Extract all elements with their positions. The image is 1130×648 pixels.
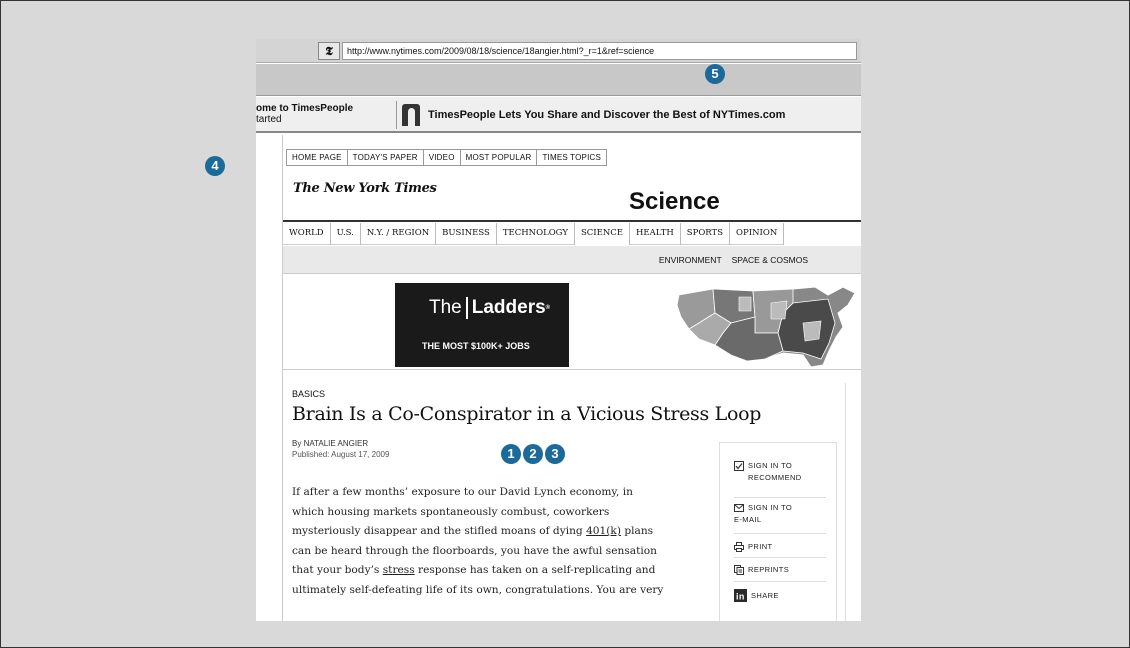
callout-badge-5: 5	[705, 64, 725, 84]
body-line: which housing markets spontaneously comb…	[292, 505, 610, 518]
nyt-favicon-icon: 𝕿	[318, 42, 340, 60]
printer-icon	[734, 542, 744, 552]
top-nav: HOME PAGE TODAY'S PAPER VIDEO MOST POPUL…	[286, 149, 608, 166]
reprints-icon	[734, 565, 744, 575]
body-line: mysteriously disappear and the stifled m…	[292, 525, 654, 537]
email-button[interactable]: SIGN IN TO	[734, 503, 792, 513]
reprints-button[interactable]: REPRINTS	[734, 565, 789, 575]
the-ladders-ad[interactable]: The Ladders ® THE MOST $100K+ JOBS	[395, 283, 569, 367]
ad-tagline: THE MOST $100K+ JOBS	[422, 341, 530, 351]
sub-nav-environment[interactable]: ENVIRONMENT	[659, 255, 722, 265]
callout-badge-1: 1	[501, 444, 521, 464]
callout-badge-2: 2	[523, 444, 543, 464]
figure-frame: 4 𝕿 http://www.nytimes.com/2009/08/18/sc…	[0, 0, 1130, 648]
divider	[734, 497, 826, 498]
author-link[interactable]: NATALIE ANGIER	[304, 439, 369, 448]
section-nav-health[interactable]: HEALTH	[630, 223, 681, 245]
top-nav-todays-paper[interactable]: TODAY'S PAPER	[348, 150, 424, 165]
section-nav-world[interactable]: WORLD	[283, 223, 331, 245]
article-kicker[interactable]: BASICS	[292, 389, 325, 399]
section-nav-business[interactable]: BUSINESS	[436, 223, 497, 245]
top-nav-times-topics[interactable]: TIMES TOPICS	[537, 150, 606, 165]
ad-brand: The Ladders ®	[429, 297, 551, 319]
sub-nav-space-cosmos[interactable]: SPACE & COSMOS	[732, 255, 808, 265]
divider	[734, 557, 826, 558]
recommend-button[interactable]: SIGN IN TO RECOMMEND	[734, 461, 802, 482]
401k-link[interactable]: 401(k)	[586, 525, 621, 537]
section-title: Science	[629, 188, 720, 215]
body-line: can be heard through the floorboards, yo…	[292, 544, 657, 557]
timespeople-started-text: tarted	[256, 114, 282, 125]
stress-link[interactable]: stress	[383, 564, 415, 576]
section-nav-us[interactable]: U.S.	[331, 223, 361, 245]
section-nav-ny-region[interactable]: N.Y. / REGION	[361, 223, 437, 245]
article-date: Published: August 17, 2009	[292, 450, 390, 459]
callout-badge-3: 3	[545, 444, 565, 464]
url-field[interactable]: http://www.nytimes.com/2009/08/18/scienc…	[342, 42, 857, 60]
masthead-rule	[283, 220, 861, 222]
timespeople-welcome[interactable]: ome to TimesPeople tarted	[256, 103, 353, 125]
us-map-image[interactable]	[643, 283, 861, 367]
section-nav-opinion[interactable]: OPINION	[730, 223, 785, 245]
timespeople-bar: ome to TimesPeople tarted TimesPeople Le…	[256, 97, 861, 133]
byline-prefix: By	[292, 439, 304, 448]
article-body: If after a few months’ exposure to our D…	[292, 483, 716, 600]
body-line: that your body’s stress response has tak…	[292, 564, 656, 576]
browser-toolbar	[256, 64, 861, 96]
timespeople-logo-icon	[402, 104, 420, 126]
article-headline: Brain Is a Co-Conspirator in a Vicious S…	[292, 403, 762, 425]
article-tools: SIGN IN TO RECOMMEND SIGN IN TO E-MAIL PR…	[719, 442, 837, 621]
envelope-icon	[734, 504, 744, 512]
divider	[396, 101, 397, 129]
share-button[interactable]: in SHARE	[734, 589, 779, 602]
article-byline: By NATALIE ANGIER	[292, 439, 368, 448]
email-label-line2: E-MAIL	[734, 515, 762, 524]
ad-brand-the: The	[429, 297, 468, 319]
timespeople-tagline[interactable]: TimesPeople Lets You Share and Discover …	[428, 109, 785, 121]
print-button[interactable]: PRINT	[734, 542, 773, 552]
divider	[845, 383, 846, 621]
nyt-masthead-logo[interactable]: The New York Times	[293, 181, 437, 196]
body-line: ultimately self-defeating life of its ow…	[292, 583, 664, 596]
linkedin-icon: in	[734, 589, 747, 602]
top-nav-video[interactable]: VIDEO	[424, 150, 461, 165]
sub-nav: ENVIRONMENT SPACE & COSMOS	[283, 246, 861, 274]
timespeople-welcome-text: ome to TimesPeople	[256, 103, 354, 114]
divider	[734, 581, 826, 582]
body-line: If after a few months’ exposure to our D…	[292, 486, 633, 498]
divider	[283, 369, 861, 370]
ad-brand-name: Ladders	[471, 297, 546, 318]
section-nav: WORLD U.S. N.Y. / REGION BUSINESS TECHNO…	[283, 223, 785, 245]
section-nav-technology[interactable]: TECHNOLOGY	[497, 223, 575, 245]
checkbox-icon	[734, 461, 744, 471]
nyt-page: HOME PAGE TODAY'S PAPER VIDEO MOST POPUL…	[282, 135, 861, 621]
svg-text:in: in	[736, 592, 745, 602]
divider	[734, 533, 826, 534]
section-nav-science[interactable]: SCIENCE	[574, 223, 630, 245]
browser-screenshot: 𝕿 http://www.nytimes.com/2009/08/18/scie…	[256, 39, 861, 621]
top-nav-most-popular[interactable]: MOST POPULAR	[461, 150, 538, 165]
section-nav-sports[interactable]: SPORTS	[681, 223, 731, 245]
top-nav-home[interactable]: HOME PAGE	[287, 150, 348, 165]
address-bar-row: 𝕿 http://www.nytimes.com/2009/08/18/scie…	[256, 39, 861, 63]
callout-badge-4: 4	[205, 156, 225, 176]
